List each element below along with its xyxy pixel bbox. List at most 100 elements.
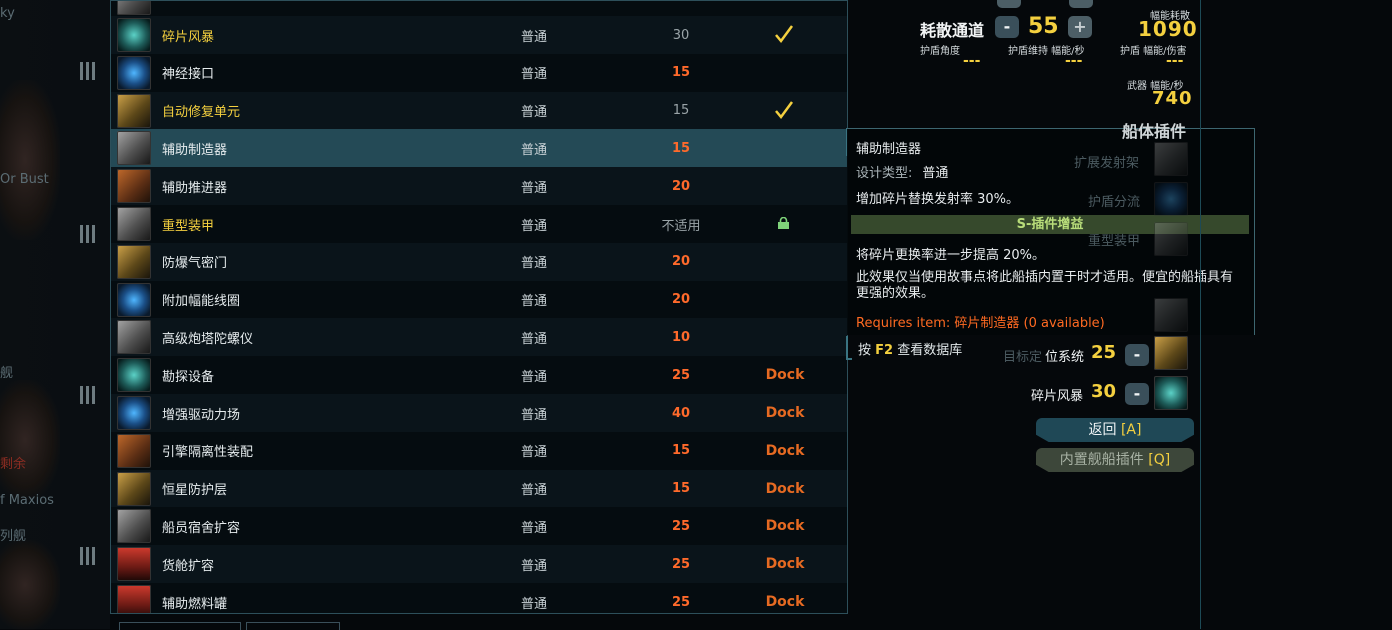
ship-name-fragment: Or Bust — [0, 172, 49, 187]
installed-mod-icon[interactable] — [1154, 142, 1188, 176]
tooltip-design-type: 设计类型: 普通 — [856, 162, 948, 181]
hullmods-section-title: 船体插件 — [1122, 122, 1187, 141]
remove-mod-button[interactable]: - — [1125, 383, 1149, 405]
hullmod-name: 恒星防护层 — [162, 483, 228, 499]
ship-thumbnail[interactable] — [0, 80, 60, 240]
plus-button[interactable] — [1069, 0, 1093, 8]
minus-button[interactable] — [997, 0, 1021, 8]
hullmod-ordnance-cost: 15 — [671, 443, 691, 459]
hullmod-name: 附加幅能线圈 — [162, 294, 241, 310]
hint-key: F2 — [875, 343, 894, 358]
table-row[interactable]: 自动修复单元 普通 15 — [111, 91, 847, 130]
ship-name-fragment: 舰 — [0, 366, 14, 381]
table-row[interactable]: 勘探设备 普通 25 Dock — [111, 356, 847, 395]
hullmod-name: 自动修复单元 — [162, 105, 241, 121]
hullmod-design-type: 普通 — [521, 294, 548, 310]
table-row[interactable]: 辅助制造器 普通 15 — [111, 129, 847, 168]
hullmod-design-type: 普通 — [521, 142, 548, 158]
hullmod-icon — [117, 396, 151, 430]
installed-check-icon — [775, 25, 794, 44]
hullmod-design-type: 普通 — [521, 520, 548, 536]
hullmod-icon — [117, 509, 151, 544]
hullmod-design-type: 普通 — [521, 67, 548, 83]
remove-mod-button[interactable]: - — [1125, 344, 1149, 366]
lock-icon — [778, 217, 789, 229]
table-row[interactable] — [111, 1, 847, 17]
table-row[interactable]: 碎片风暴 普通 30 — [111, 16, 847, 54]
table-row[interactable]: 附加幅能线圈 普通 20 — [111, 280, 847, 319]
hullmod-ordnance-cost: 30 — [672, 27, 690, 43]
ship-name-fragment: 剩余 — [0, 457, 27, 472]
design-type-label: 设计类型: — [856, 166, 913, 181]
table-row[interactable]: 货舱扩容 普通 25 Dock — [111, 545, 847, 584]
smod-bonus: 将碎片更换率进一步提高 20%。 — [856, 248, 1046, 263]
hullmod-design-type: 普通 — [521, 445, 548, 461]
drag-handle-icon[interactable] — [80, 225, 96, 243]
hullmod-ordnance-cost: 不适用 — [661, 218, 701, 234]
hullmod-ordnance-cost: 40 — [671, 405, 691, 421]
hullmod-name: 辅助推进器 — [162, 180, 228, 196]
requires-dock-status: Dock — [765, 405, 805, 421]
drag-handle-icon[interactable] — [80, 386, 96, 404]
build-in-button-label: 内置舰船插件 — [1059, 452, 1144, 468]
ship-thumbnail[interactable] — [0, 380, 60, 500]
requires-dock-status: Dock — [765, 594, 805, 610]
installed-mod-icon[interactable] — [1154, 182, 1188, 216]
hullmod-design-type: 普通 — [521, 407, 548, 423]
ship-name-fragment: ky — [0, 6, 15, 21]
installed-mod-icon[interactable] — [1154, 298, 1188, 332]
installed-mod-label: 位系统 — [1045, 350, 1085, 365]
ship-thumbnail[interactable] — [0, 540, 60, 630]
hullmod-design-type: 普通 — [521, 331, 548, 347]
hullmod-icon — [117, 55, 151, 90]
hullmod-ordnance-cost: 15 — [671, 481, 691, 497]
hullmod-name: 货舱扩容 — [162, 558, 215, 574]
table-row[interactable]: 辅助燃料罐 普通 25 Dock — [111, 583, 847, 613]
installed-mod-label: 扩展发射架 — [1074, 156, 1140, 171]
requires-dock-status: Dock — [765, 480, 805, 497]
dissipation-vents-label: 耗散通道 — [920, 21, 985, 40]
installed-mod-icon[interactable] — [1154, 336, 1188, 370]
installed-mod-icon[interactable] — [1154, 222, 1188, 256]
shield-efficiency-value: --- — [1166, 53, 1184, 69]
table-row[interactable]: 神经接口 普通 15 — [111, 53, 847, 92]
hullmod-ordnance-cost: 20 — [671, 254, 691, 270]
hullmod-icon — [117, 585, 151, 613]
tooltip-title: 辅助制造器 — [856, 142, 922, 157]
decrease-vents-button[interactable]: - — [995, 16, 1019, 38]
hullmod-icon — [117, 282, 151, 317]
table-row[interactable]: 高级炮塔陀螺仪 普通 10 — [111, 318, 847, 357]
table-row[interactable]: 增强驱动力场 普通 40 Dock — [111, 394, 847, 432]
installed-mod-icon[interactable] — [1154, 376, 1188, 410]
hullmod-design-type: 普通 — [521, 596, 548, 612]
installed-mod-label-fragment: 目标定 — [1003, 350, 1043, 365]
back-button[interactable]: 返回 [A] — [1036, 418, 1194, 442]
build-in-hullmod-button[interactable]: 内置舰船插件 [Q] — [1036, 448, 1194, 472]
installed-mod-label: 碎片风暴 — [1031, 389, 1084, 404]
hullmod-icon — [117, 93, 151, 128]
drag-handle-icon[interactable] — [80, 62, 96, 80]
requires-item: Requires item: 碎片制造器 (0 available) — [856, 316, 1105, 331]
table-row[interactable]: 恒星防护层 普通 15 Dock — [111, 469, 847, 508]
shield-upkeep-value: --- — [1065, 53, 1083, 69]
hullmod-icon — [117, 1, 151, 15]
installed-mod-cost: 30 — [1091, 381, 1117, 402]
drag-handle-icon[interactable] — [80, 547, 96, 565]
table-row[interactable]: 重型装甲 普通 不适用 — [111, 205, 847, 243]
hullmod-ordnance-cost: 10 — [671, 329, 691, 345]
table-row[interactable]: 船员宿舍扩容 普通 25 Dock — [111, 507, 847, 546]
increase-vents-button[interactable]: + — [1068, 16, 1092, 38]
flux-dissipation-value: 1090 — [1138, 17, 1198, 41]
hullmod-icon — [117, 169, 151, 204]
hullmod-icon — [117, 358, 151, 393]
installed-mod-cost: 25 — [1091, 342, 1117, 363]
hullmod-icon — [117, 471, 151, 506]
requires-dock-status: Dock — [765, 518, 805, 535]
hullmod-ordnance-cost: 20 — [671, 178, 691, 194]
requires-dock-status: Dock — [765, 556, 805, 573]
requires-dock-status: Dock — [765, 442, 805, 459]
table-row[interactable]: 引擎隔离性装配 普通 15 Dock — [111, 431, 847, 470]
hullmod-name: 神经接口 — [162, 67, 215, 83]
table-row[interactable]: 辅助推进器 普通 20 — [111, 167, 847, 206]
table-row[interactable]: 防爆气密门 普通 20 — [111, 242, 847, 281]
